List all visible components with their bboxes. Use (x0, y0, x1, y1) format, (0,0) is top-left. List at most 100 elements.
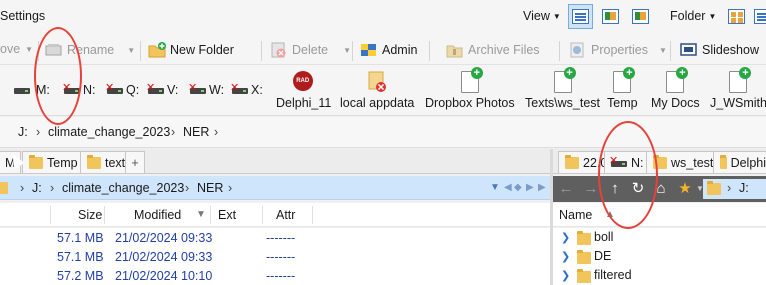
admin-shield-icon (360, 42, 377, 58)
list-item[interactable]: ❯ DE (553, 247, 766, 266)
folder-icon (0, 182, 8, 194)
move-button[interactable]: ove ▼ (0, 42, 33, 56)
tab-label: text (105, 155, 126, 170)
expand-chevron-icon[interactable]: ❯ (561, 269, 570, 282)
dropdown-icon[interactable]: ▼ (490, 182, 500, 193)
right-navigation-bar: ← → ↑ ↻ ⌂ ★ ▼ › J: (553, 176, 766, 202)
column-divider (104, 206, 105, 224)
folder-name: boll (594, 230, 614, 244)
right-address-field[interactable]: › J: (703, 179, 766, 199)
new-tab-button[interactable]: + (125, 151, 145, 173)
drive-label: Q: (126, 83, 140, 97)
favorite-delphi[interactable]: RAD Delphi_11 (276, 71, 331, 110)
slideshow-button[interactable]: Slideshow (680, 42, 759, 58)
file-attr: ------- (266, 269, 296, 283)
thumbnail-view-icon (632, 9, 649, 24)
list-item[interactable]: ❯ boll (553, 228, 766, 247)
chevron-down-icon: ▼ (708, 11, 717, 21)
split-view-button[interactable] (598, 4, 623, 29)
favorite-label: My Docs (651, 96, 700, 110)
file-attr: ------- (266, 250, 296, 264)
address-segment[interactable]: climate_change_2023 (62, 181, 184, 195)
expand-chevron-icon[interactable]: ❯ (561, 250, 570, 263)
folder-icon (577, 269, 591, 283)
address-segment[interactable]: J: (739, 181, 749, 195)
favorite-label: J_WSmith (710, 96, 766, 110)
tiles-view-icon (728, 9, 745, 24)
admin-button[interactable]: Admin (360, 42, 417, 58)
chevron-right-icon: › (727, 181, 732, 195)
table-row[interactable]: 57.1 MB 21/02/2024 09:33 ------- (0, 228, 550, 247)
folder-icon (577, 231, 591, 245)
settings-menu[interactable]: Settings (0, 9, 45, 23)
back-icon[interactable]: ◀ (504, 182, 512, 193)
favorite-temp[interactable]: Temp (607, 67, 638, 110)
file-time: 09:33 (181, 231, 213, 245)
chevron-right-icon: › (185, 181, 190, 195)
drive-v[interactable]: ✕ V: (146, 83, 178, 98)
left-address-bar[interactable]: › J: › climate_change_2023 › NER › ▼ ◀ ◆… (0, 176, 550, 200)
list-view-button[interactable] (750, 4, 766, 29)
folder-menu[interactable]: Folder ▼ (670, 9, 716, 23)
table-row[interactable]: 57.1 MB 21/02/2024 09:33 ------- (0, 247, 550, 266)
tab-delphi[interactable]: Delphi (713, 151, 766, 173)
column-ext[interactable]: Ext (218, 208, 236, 222)
favorite-local-appdata[interactable]: local appdata (340, 71, 414, 110)
view-menu[interactable]: View ▼ (523, 9, 561, 23)
drive-label: X: (251, 83, 263, 97)
folder-icon (720, 154, 727, 169)
breadcrumb-folder[interactable]: NER (183, 125, 209, 139)
drive-x[interactable]: ✕ X: (230, 83, 263, 98)
disconnected-drive-icon: ✕ (230, 83, 248, 95)
details-view-button[interactable] (568, 4, 593, 29)
folder-menu-label: Folder (670, 9, 706, 23)
thumbnail-view-button[interactable] (628, 4, 653, 29)
tab-temp[interactable]: Temp (22, 151, 85, 173)
column-modified[interactable]: Modified (134, 208, 181, 222)
add-location-icon (729, 67, 752, 93)
file-date: 21/02/2024 (115, 269, 178, 283)
column-size[interactable]: Size (78, 208, 102, 222)
address-segment[interactable]: NER (197, 181, 223, 195)
address-segment[interactable]: J: (32, 181, 42, 195)
divider (261, 41, 262, 61)
folder-icon (29, 154, 43, 169)
forward-icon[interactable]: ▶ (526, 182, 534, 193)
drive-q[interactable]: ✕ Q: (105, 83, 140, 98)
favorite-my-docs[interactable]: My Docs (651, 67, 700, 110)
details-view-icon (572, 9, 589, 24)
column-name[interactable]: Name (559, 208, 592, 222)
archive-files-button[interactable]: Archive Files (446, 42, 540, 58)
left-tab-bar: M Temp text + (0, 149, 550, 174)
add-location-icon (666, 67, 689, 93)
folder-name: DE (594, 249, 612, 263)
annotation-circle (34, 27, 82, 125)
drive-label: W: (209, 83, 225, 97)
move-label: ove (0, 42, 21, 56)
forward-end-icon[interactable]: ▶ (538, 182, 546, 193)
breadcrumb-drive[interactable]: J: (18, 125, 28, 139)
favorite-dropbox-photos[interactable]: Dropbox Photos (425, 67, 515, 110)
annotation-circle (598, 121, 658, 229)
favorite-label: Temp (607, 96, 638, 110)
new-folder-button[interactable]: New Folder (148, 42, 234, 58)
list-view-icon (754, 9, 766, 24)
delete-icon (270, 42, 287, 58)
tab-label: ws_test (671, 155, 714, 170)
tiles-view-button[interactable] (724, 4, 749, 29)
list-item[interactable]: ❯ filtered (553, 266, 766, 285)
drive-label: N: (83, 83, 96, 97)
back-arrow-icon[interactable]: ← (556, 179, 576, 199)
table-row[interactable]: 57.2 MB 21/02/2024 10:10 ------- (0, 266, 550, 285)
favorite-j-wsmith[interactable]: J_WSmith (710, 67, 766, 110)
expand-chevron-icon[interactable]: ❯ (561, 231, 570, 244)
breadcrumb-folder[interactable]: climate_change_2023 (48, 125, 170, 139)
drive-w[interactable]: ✕ W: (188, 83, 225, 98)
delete-button[interactable]: Delete ▼ (270, 42, 351, 58)
sync-icon[interactable]: ◆ (514, 182, 522, 193)
properties-button[interactable]: Properties ▼ (569, 42, 667, 58)
favorite-texts-ws-test[interactable]: Texts\ws_test (525, 67, 600, 110)
chevron-down-icon: ▼ (658, 45, 667, 55)
column-attr[interactable]: Attr (276, 208, 295, 222)
folder-icon (577, 250, 591, 264)
